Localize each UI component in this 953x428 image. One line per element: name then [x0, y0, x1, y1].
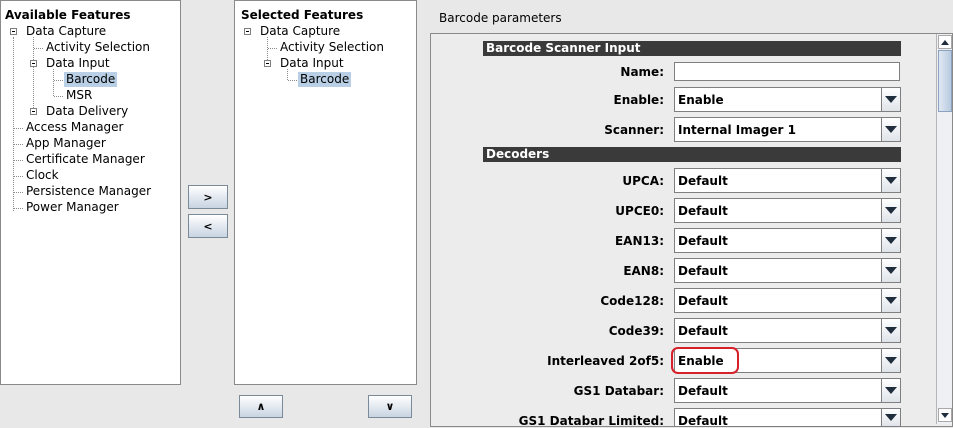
barcode-parameters-title: Barcode parameters	[439, 11, 562, 25]
enable-label: Enable:	[613, 93, 664, 107]
decoder-select-code128[interactable]: Default	[674, 288, 901, 313]
collapse-toggle-icon[interactable]	[30, 108, 37, 115]
tree-item-data-input[interactable]: Data Input	[44, 56, 112, 71]
selected-features-tree[interactable]: Data Capture Activity Selection Data Inp…	[235, 1, 416, 384]
decoder-select-value: Default	[678, 294, 728, 308]
selected-item-data-capture[interactable]: Data Capture	[258, 24, 342, 39]
tree-item-data-delivery[interactable]: Data Delivery	[44, 104, 130, 119]
decoder-select-value: Default	[678, 384, 728, 398]
move-up-button[interactable]: ∧	[239, 395, 283, 418]
collapse-toggle-icon[interactable]	[10, 28, 17, 35]
chevron-down-icon[interactable]	[881, 199, 900, 222]
tree-item-clock[interactable]: Clock	[24, 168, 61, 183]
decoder-select-value: Default	[678, 234, 728, 248]
selected-item-activity-selection[interactable]: Activity Selection	[278, 40, 386, 55]
available-features-panel: Available Features Data Capture Activity…	[0, 0, 181, 385]
chevron-down-icon[interactable]	[881, 319, 900, 342]
enable-select-value: Enable	[678, 93, 724, 107]
collapse-toggle-icon[interactable]	[244, 28, 251, 35]
vertical-scrollbar[interactable]	[936, 34, 952, 424]
decoder-select-ean8[interactable]: Default	[674, 258, 901, 283]
decoder-select-upca[interactable]: Default	[674, 168, 901, 193]
tree-item-access-manager[interactable]: Access Manager	[24, 120, 126, 135]
chevron-down-icon[interactable]	[881, 349, 900, 372]
chevron-down-icon[interactable]	[881, 289, 900, 312]
chevron-down-icon[interactable]	[881, 169, 900, 192]
decoder-select-value: Default	[678, 204, 728, 218]
chevron-down-icon[interactable]	[881, 409, 900, 426]
decoder-label-ean13: EAN13:	[614, 234, 664, 248]
decoder-select-value: Default	[678, 264, 728, 278]
tree-item-activity-selection[interactable]: Activity Selection	[44, 40, 152, 55]
tree-item-barcode[interactable]: Barcode	[64, 72, 118, 87]
name-label: Name:	[620, 65, 664, 79]
tree-item-persistence-manager[interactable]: Persistence Manager	[24, 184, 153, 199]
scrollbar-thumb[interactable]	[938, 50, 952, 112]
available-features-tree[interactable]: Data Capture Activity Selection Data Inp…	[1, 1, 180, 384]
scroll-down-icon[interactable]	[938, 408, 952, 422]
remove-feature-button[interactable]: <	[188, 214, 228, 238]
decoder-label-code39: Code39:	[608, 324, 664, 338]
chevron-down-icon[interactable]	[881, 259, 900, 282]
section-header-decoders: Decoders	[483, 147, 901, 162]
decoder-select-value: Default	[678, 324, 728, 338]
tree-item-power-manager[interactable]: Power Manager	[24, 200, 121, 215]
decoder-label-gs1-databar: GS1 Databar:	[573, 384, 664, 398]
selected-item-barcode[interactable]: Barcode	[298, 72, 352, 87]
decoder-label-ean8: EAN8:	[623, 264, 664, 278]
decoder-label-code128: Code128:	[600, 294, 664, 308]
tree-item-app-manager[interactable]: App Manager	[24, 136, 108, 151]
scanner-label: Scanner:	[604, 123, 664, 137]
decoder-label-upce0: UPCE0:	[615, 204, 664, 218]
decoder-select-upce0[interactable]: Default	[674, 198, 901, 223]
decoder-select-gs1-databar[interactable]: Default	[674, 378, 901, 403]
add-feature-button[interactable]: >	[188, 185, 228, 209]
scanner-select-value: Internal Imager 1	[678, 123, 796, 137]
collapse-toggle-icon[interactable]	[264, 60, 271, 67]
scroll-up-icon[interactable]	[938, 35, 952, 49]
chevron-down-icon[interactable]	[881, 88, 900, 111]
selected-features-panel: Selected Features Data Capture Activity …	[234, 0, 417, 385]
decoder-select-gs1-databar-limited[interactable]: Default	[674, 408, 901, 428]
chevron-down-icon[interactable]	[881, 229, 900, 252]
chevron-down-icon[interactable]	[881, 118, 900, 141]
decoder-label-gs1-databar-limited: GS1 Databar Limited:	[518, 414, 664, 428]
decoder-select-code39[interactable]: Default	[674, 318, 901, 343]
move-down-button[interactable]: ∨	[368, 395, 412, 418]
selected-item-data-input[interactable]: Data Input	[278, 56, 346, 71]
chevron-down-icon[interactable]	[881, 379, 900, 402]
tree-item-msr[interactable]: MSR	[64, 88, 94, 103]
section-header-scanner-input: Barcode Scanner Input	[483, 41, 901, 56]
tree-item-certificate-manager[interactable]: Certificate Manager	[24, 152, 147, 167]
highlight-annotation	[671, 347, 739, 374]
collapse-toggle-icon[interactable]	[30, 60, 37, 67]
decoder-select-value: Default	[678, 174, 728, 188]
tree-item-data-capture[interactable]: Data Capture	[24, 24, 108, 39]
enable-select[interactable]: Enable	[674, 87, 901, 112]
name-field[interactable]	[674, 62, 900, 81]
scanner-select[interactable]: Internal Imager 1	[674, 117, 901, 142]
decoder-select-value: Default	[678, 414, 728, 428]
decoder-label-interleaved-2of5: Interleaved 2of5:	[547, 354, 664, 368]
decoder-label-upca: UPCA:	[622, 174, 664, 188]
decoder-select-ean13[interactable]: Default	[674, 228, 901, 253]
